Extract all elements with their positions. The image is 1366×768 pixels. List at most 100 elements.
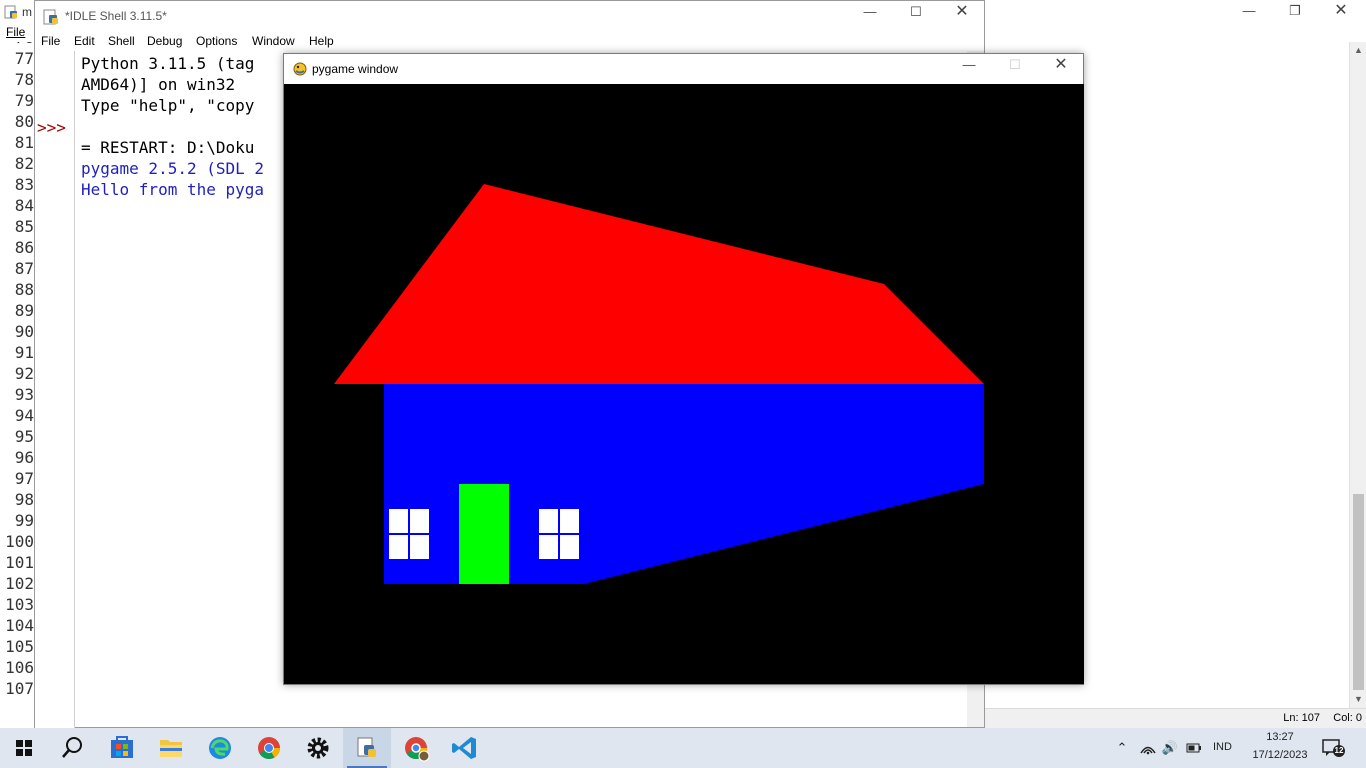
line-number: 107 — [5, 679, 34, 698]
line-number: 92 — [14, 364, 34, 383]
menu-edit[interactable]: Edit — [74, 34, 95, 48]
python-idle-icon — [357, 737, 376, 757]
idle-menu-bar: File Edit Shell Debug Options Window Hel… — [35, 31, 984, 51]
windows-logo-icon — [16, 740, 32, 756]
pygame-canvas[interactable] — [284, 84, 1084, 684]
menu-options[interactable]: Options — [196, 34, 237, 48]
menu-help[interactable]: Help — [309, 34, 334, 48]
vscode-icon — [452, 737, 476, 759]
pygame-close-button[interactable]: ✕ — [1038, 54, 1084, 78]
line-number: 76 — [0, 42, 34, 47]
gear-icon — [307, 737, 329, 759]
shell-output-line: AMD64)] on win32 — [81, 75, 236, 94]
line-number: 93 — [14, 385, 34, 404]
search-icon — [62, 737, 82, 758]
notification-center-button[interactable]: 12 — [1322, 738, 1346, 758]
menu-file[interactable]: File — [6, 25, 25, 39]
line-number: 96 — [14, 448, 34, 467]
taskbar-chrome-profile[interactable] — [392, 728, 440, 768]
scrollbar-thumb[interactable] — [1353, 494, 1364, 690]
shell-output-line: = RESTART: D:\Doku — [81, 138, 255, 157]
line-number: 86 — [14, 238, 34, 257]
line-number: 106 — [5, 658, 34, 677]
search-button[interactable] — [48, 728, 96, 768]
speaker-icon[interactable]: 🔊 — [1161, 740, 1179, 756]
minimize-button[interactable]: — — [1226, 0, 1272, 24]
scroll-up-icon[interactable]: ▲ — [1350, 42, 1366, 59]
line-number: 98 — [14, 490, 34, 509]
taskbar-edge[interactable] — [196, 728, 244, 768]
line-number: 104 — [5, 616, 34, 635]
line-number: 81 — [14, 133, 34, 152]
line-number: 85 — [14, 217, 34, 236]
status-bar: Ln: 107 Col: 0 — [984, 708, 1366, 728]
chevron-up-icon[interactable]: ⌃ — [1113, 740, 1131, 756]
language-indicator[interactable]: IND — [1213, 741, 1232, 753]
vertical-scrollbar[interactable]: ▲ ▼ — [1349, 42, 1366, 708]
python-idle-icon — [43, 9, 58, 25]
line-number: 100 — [5, 532, 34, 551]
shell-output-line: pygame 2.5.2 (SDL 2 — [81, 159, 265, 178]
taskbar-python-idle[interactable] — [343, 728, 391, 768]
line-number: 94 — [14, 406, 34, 425]
scroll-down-icon[interactable]: ▼ — [1350, 691, 1366, 708]
pygame-window: pygame window — ☐ ✕ — [283, 53, 1084, 685]
background-window-title: m — [22, 5, 32, 19]
notification-count: 12 — [1334, 746, 1344, 755]
line-number: 89 — [14, 301, 34, 320]
menu-shell[interactable]: Shell — [108, 34, 135, 48]
line-number: 88 — [14, 280, 34, 299]
line-number: 99 — [14, 511, 34, 530]
pygame-title-bar: pygame window — ☐ ✕ — [284, 54, 1083, 84]
line-number: 103 — [5, 595, 34, 614]
taskbar-store[interactable] — [98, 728, 146, 768]
folder-icon — [160, 740, 182, 757]
idle-window-title: *IDLE Shell 3.11.5* — [65, 9, 167, 23]
pygame-snake-icon — [293, 62, 307, 76]
pygame-maximize-button: ☐ — [1009, 57, 1021, 72]
line-number: 77 — [14, 49, 34, 68]
chrome-browser-icon — [258, 737, 280, 759]
line-number: 102 — [5, 574, 34, 593]
taskbar-file-explorer[interactable] — [147, 728, 195, 768]
house-door — [459, 484, 509, 584]
line-number-gutter: 76 77 78 79 80 81 82 83 84 85 86 87 88 89 90 91 92 93 94 95… — [0, 42, 36, 708]
close-button[interactable]: ✕ — [1318, 0, 1364, 24]
line-number: 90 — [14, 322, 34, 341]
menu-debug[interactable]: Debug — [147, 34, 182, 48]
line-number: 84 — [14, 196, 34, 215]
status-column: Col: 0 — [1333, 712, 1362, 724]
start-button[interactable] — [0, 728, 48, 768]
clock-time[interactable]: 13:27 — [1250, 731, 1310, 743]
chrome-profile-icon — [405, 737, 430, 762]
battery-icon[interactable] — [1185, 740, 1203, 756]
line-number: 91 — [14, 343, 34, 362]
python-file-icon — [4, 5, 17, 19]
menu-window[interactable]: Window — [252, 34, 295, 48]
wifi-icon[interactable] — [1139, 740, 1157, 756]
taskbar-chrome[interactable] — [245, 728, 293, 768]
idle-close-button[interactable]: ✕ — [939, 1, 985, 25]
pygame-minimize-button[interactable]: — — [946, 54, 992, 78]
shell-prompt-gutter: >>> — [35, 51, 75, 728]
line-number: 101 — [5, 553, 34, 572]
idle-title-bar: *IDLE Shell 3.11.5* — ☐ ✕ — [35, 1, 984, 31]
clock-date[interactable]: 17/12/2023 — [1244, 749, 1316, 761]
line-number: 97 — [14, 469, 34, 488]
line-number: 79 — [14, 91, 34, 110]
taskbar-vscode[interactable] — [441, 728, 489, 768]
line-number: 95 — [14, 427, 34, 446]
line-number: 78 — [14, 70, 34, 89]
line-number: 80 — [14, 112, 34, 131]
taskbar-settings[interactable] — [294, 728, 342, 768]
idle-maximize-button[interactable]: ☐ — [893, 1, 939, 25]
line-number: 105 — [5, 637, 34, 656]
edge-browser-icon — [209, 737, 231, 759]
restore-button[interactable]: ❐ — [1272, 0, 1318, 24]
shell-output-line: Type "help", "copy — [81, 96, 255, 115]
shell-prompt: >>> — [37, 118, 66, 137]
idle-minimize-button[interactable]: — — [847, 1, 893, 25]
pygame-window-title: pygame window — [312, 62, 399, 76]
menu-file[interactable]: File — [41, 34, 60, 48]
line-number: 82 — [14, 154, 34, 173]
